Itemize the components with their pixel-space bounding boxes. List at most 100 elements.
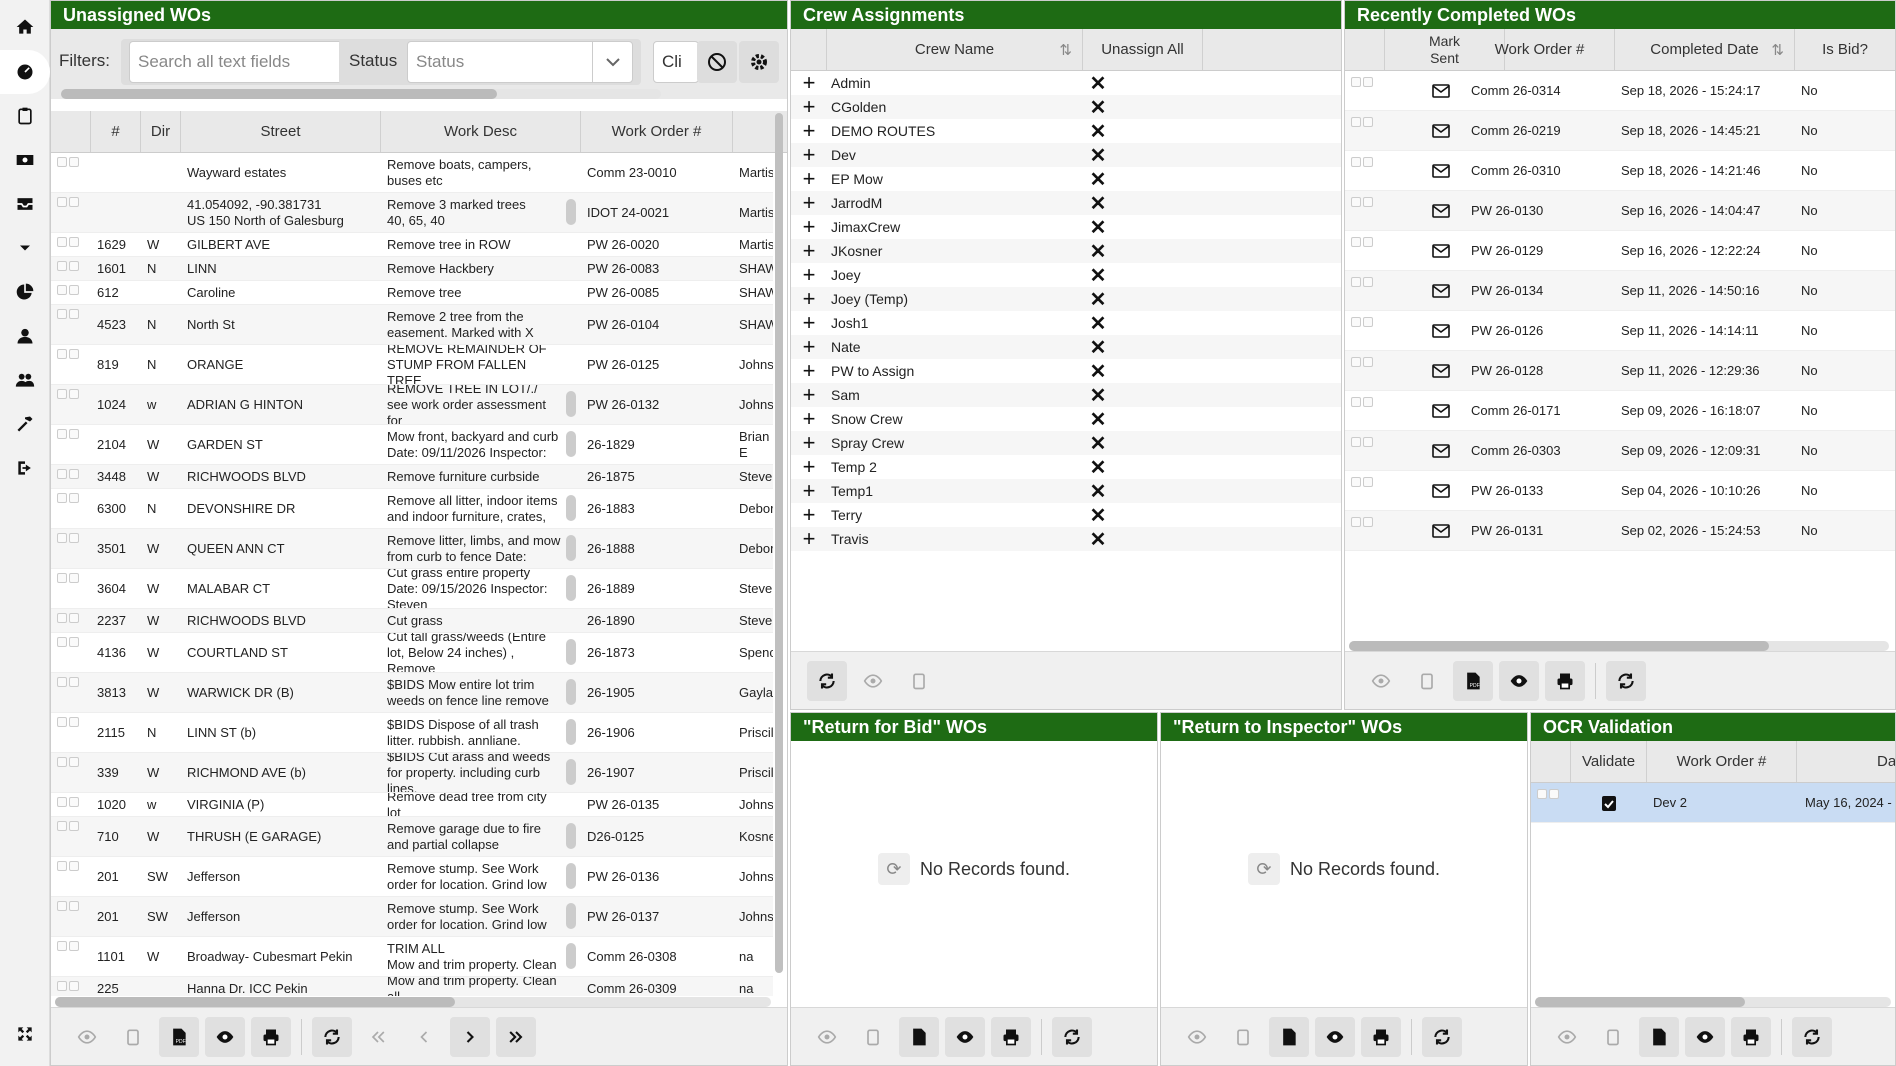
plus-icon[interactable]: +: [791, 214, 827, 240]
row-checkbox[interactable]: [1351, 197, 1361, 207]
row-checkbox[interactable]: [69, 573, 79, 583]
money-icon[interactable]: [0, 138, 50, 182]
table-row[interactable]: PW 26-0133 Sep 04, 2026 - 10:10:26 No: [1345, 471, 1895, 511]
plus-icon[interactable]: +: [791, 118, 827, 144]
plus-icon[interactable]: +: [791, 382, 827, 408]
clipboard-icon[interactable]: [113, 1017, 153, 1057]
table-row[interactable]: 3813 W WARWICK DR (B) $BIDS Mow entire lot …: [51, 673, 773, 713]
clipboard-icon[interactable]: [1223, 1017, 1263, 1057]
unassign-icon[interactable]: ✕: [1086, 383, 1110, 408]
table-row[interactable]: PW 26-0126 Sep 11, 2026 - 14:14:11 No: [1345, 311, 1895, 351]
unassign-icon[interactable]: ✕: [1086, 143, 1110, 168]
row-checkbox[interactable]: [57, 261, 67, 271]
table-row[interactable]: PW 26-0131 Sep 02, 2026 - 15:24:53 No: [1345, 511, 1895, 551]
col-completed-date[interactable]: Completed Date ⇅: [1615, 29, 1795, 70]
plus-icon[interactable]: +: [791, 526, 827, 552]
row-checkbox[interactable]: [57, 157, 67, 167]
view-icon[interactable]: [1499, 660, 1539, 701]
home-icon[interactable]: [0, 5, 50, 49]
table-row[interactable]: 1629 W GILBERT AVE Remove tree in ROW PW 26-…: [51, 233, 773, 257]
row-checkbox[interactable]: [69, 637, 79, 647]
print-icon[interactable]: [1361, 1016, 1401, 1057]
row-checkbox[interactable]: [57, 717, 67, 727]
clipboard-icon[interactable]: [1593, 1017, 1633, 1057]
row-checkbox[interactable]: [69, 717, 79, 727]
mail-icon[interactable]: [1421, 231, 1461, 270]
status-select[interactable]: Status: [407, 41, 633, 83]
col-number[interactable]: #: [91, 111, 141, 152]
drag-handle[interactable]: [566, 535, 576, 561]
row-checkbox[interactable]: [1363, 157, 1373, 167]
row-checkbox[interactable]: [69, 349, 79, 359]
unassign-icon[interactable]: ✕: [1086, 191, 1110, 216]
unassign-icon[interactable]: ✕: [1086, 359, 1110, 384]
row-checkbox[interactable]: [1363, 397, 1373, 407]
row-checkbox[interactable]: [57, 901, 67, 911]
plus-icon[interactable]: +: [791, 502, 827, 528]
table-row[interactable]: 225 Hanna Dr. ICC Pekin Mow and trim prope…: [51, 977, 773, 996]
view-icon[interactable]: [945, 1016, 985, 1057]
table-row[interactable]: 6300 N DEVONSHIRE DR Remove all litter, ind…: [51, 489, 773, 529]
crew-row[interactable]: + EP Mow ✕: [791, 166, 1341, 191]
row-checkbox[interactable]: [1549, 789, 1559, 799]
mail-icon[interactable]: [1421, 191, 1461, 230]
mail-icon[interactable]: [1421, 71, 1461, 110]
inbox-icon[interactable]: [0, 182, 50, 226]
table-row[interactable]: PW 26-0130 Sep 16, 2026 - 14:04:47 No: [1345, 191, 1895, 231]
unassign-icon[interactable]: ✕: [1086, 95, 1110, 120]
mail-icon[interactable]: [1421, 391, 1461, 430]
pdf-icon[interactable]: [1639, 1016, 1679, 1057]
table-row[interactable]: PW 26-0129 Sep 16, 2026 - 12:22:24 No: [1345, 231, 1895, 271]
row-checkbox[interactable]: [1351, 277, 1361, 287]
row-checkbox[interactable]: [1351, 397, 1361, 407]
drag-handle[interactable]: [566, 903, 576, 929]
table-row[interactable]: Dev 2 May 16, 2024 - 0: [1531, 783, 1895, 823]
col-work-order[interactable]: Work Order #: [1465, 29, 1615, 70]
unassign-icon[interactable]: ✕: [1086, 215, 1110, 240]
refresh-icon[interactable]: [1792, 1016, 1832, 1057]
table-row[interactable]: 3604 W MALABAR CT Cut grass entire property…: [51, 569, 773, 609]
row-checkbox[interactable]: [69, 941, 79, 951]
plus-icon[interactable]: +: [791, 238, 827, 264]
drag-handle[interactable]: [566, 495, 576, 521]
row-checkbox[interactable]: [69, 613, 79, 623]
crew-row[interactable]: + Dev ✕: [791, 142, 1341, 168]
col-unassign-all[interactable]: Unassign All: [1083, 29, 1203, 70]
pie-chart-icon[interactable]: [0, 270, 50, 314]
first-page-icon[interactable]: [358, 1017, 398, 1057]
mail-icon[interactable]: [1421, 431, 1461, 470]
drag-handle[interactable]: [566, 823, 576, 849]
row-checkbox[interactable]: [1363, 117, 1373, 127]
plus-icon[interactable]: +: [791, 454, 827, 480]
crew-row[interactable]: + Joey (Temp) ✕: [791, 286, 1341, 312]
row-checkbox[interactable]: [1351, 477, 1361, 487]
row-checkbox[interactable]: [57, 469, 67, 479]
crew-row[interactable]: + Travis ✕: [791, 526, 1341, 552]
col-work-order[interactable]: Work Order #: [1647, 741, 1797, 782]
col-validate[interactable]: Validate: [1571, 741, 1647, 782]
crew-row[interactable]: + JimaxCrew ✕: [791, 214, 1341, 240]
plus-icon[interactable]: +: [791, 286, 827, 312]
users-icon[interactable]: [0, 358, 50, 402]
unassign-icon[interactable]: ✕: [1086, 503, 1110, 528]
row-checkbox[interactable]: [1363, 517, 1373, 527]
row-checkbox[interactable]: [69, 901, 79, 911]
refresh-icon[interactable]: [312, 1016, 352, 1057]
table-row[interactable]: Comm 26-0171 Sep 09, 2026 - 16:18:07 No: [1345, 391, 1895, 431]
table-row[interactable]: 1020 w VIRGINIA (P) Remove dead tree from c…: [51, 793, 773, 817]
crew-row[interactable]: + Terry ✕: [791, 502, 1341, 528]
plus-icon[interactable]: +: [791, 478, 827, 504]
plus-icon[interactable]: +: [791, 334, 827, 360]
row-checkbox[interactable]: [69, 797, 79, 807]
drag-handle[interactable]: [566, 391, 576, 417]
row-checkbox[interactable]: [69, 533, 79, 543]
drag-handle[interactable]: [566, 431, 576, 457]
crew-row[interactable]: + CGolden ✕: [791, 94, 1341, 120]
eye-icon[interactable]: [1547, 1017, 1587, 1057]
row-checkbox[interactable]: [1363, 197, 1373, 207]
unassign-icon[interactable]: ✕: [1086, 335, 1110, 360]
table-row[interactable]: 4136 W COURTLAND ST Cut tall grass/weeds (E…: [51, 633, 773, 673]
row-checkbox[interactable]: [69, 821, 79, 831]
row-checkbox[interactable]: [57, 821, 67, 831]
row-checkbox[interactable]: [1363, 237, 1373, 247]
